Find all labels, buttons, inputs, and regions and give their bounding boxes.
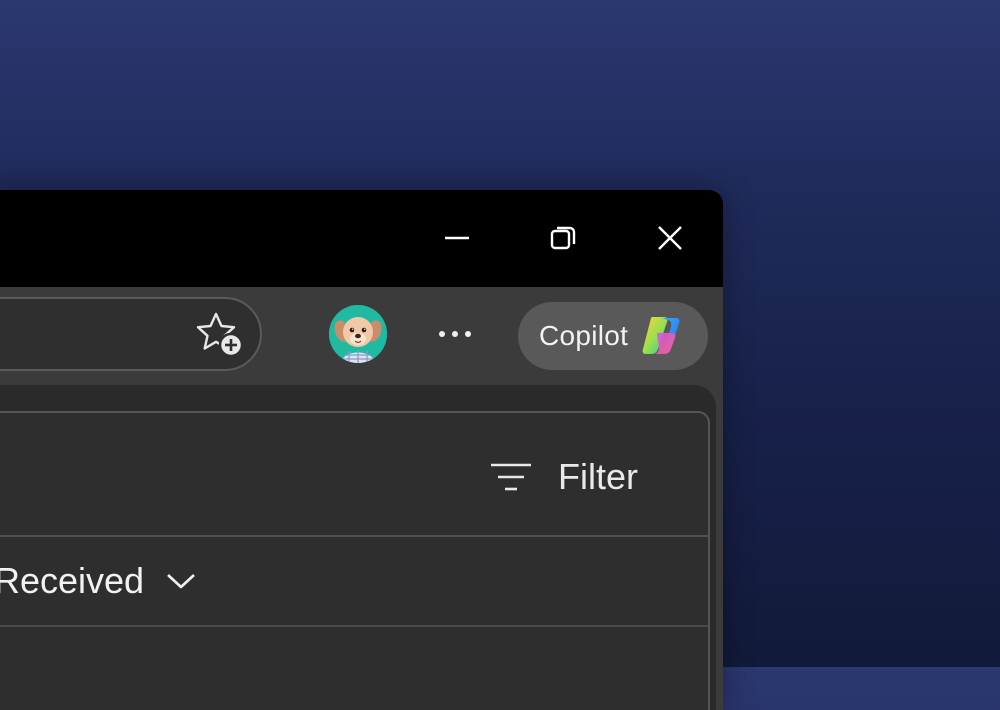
content-area: Filter Received	[0, 385, 716, 710]
address-bar[interactable]	[0, 297, 262, 371]
filter-button[interactable]: Filter	[490, 447, 638, 507]
close-button[interactable]	[646, 214, 694, 262]
sort-row: Received	[0, 537, 708, 627]
copilot-icon	[642, 317, 680, 354]
browser-window: Copilot Filter Received	[0, 190, 723, 710]
more-horizontal-icon	[439, 331, 471, 337]
star-add-icon	[196, 312, 244, 358]
sort-received-button[interactable]: Received	[0, 553, 196, 609]
close-icon	[658, 226, 682, 250]
copilot-button[interactable]: Copilot	[518, 302, 708, 370]
panel-header: Filter	[0, 413, 708, 537]
filter-lines-icon	[491, 463, 531, 491]
copilot-label: Copilot	[539, 320, 629, 351]
chevron-down-icon	[167, 574, 195, 589]
dog-avatar-icon	[329, 305, 387, 363]
browser-toolbar: Copilot	[0, 287, 723, 387]
sort-label: Received	[0, 560, 145, 601]
add-favorite-button[interactable]	[194, 310, 246, 360]
filter-label: Filter	[558, 456, 638, 497]
title-bar	[0, 190, 723, 287]
minimize-icon	[445, 236, 469, 240]
restore-button[interactable]	[539, 214, 587, 262]
restore-icon	[550, 226, 576, 250]
more-options-button[interactable]	[427, 309, 483, 359]
mail-panel: Filter Received	[0, 411, 710, 710]
minimize-button[interactable]	[433, 214, 481, 262]
profile-avatar[interactable]	[329, 305, 387, 363]
